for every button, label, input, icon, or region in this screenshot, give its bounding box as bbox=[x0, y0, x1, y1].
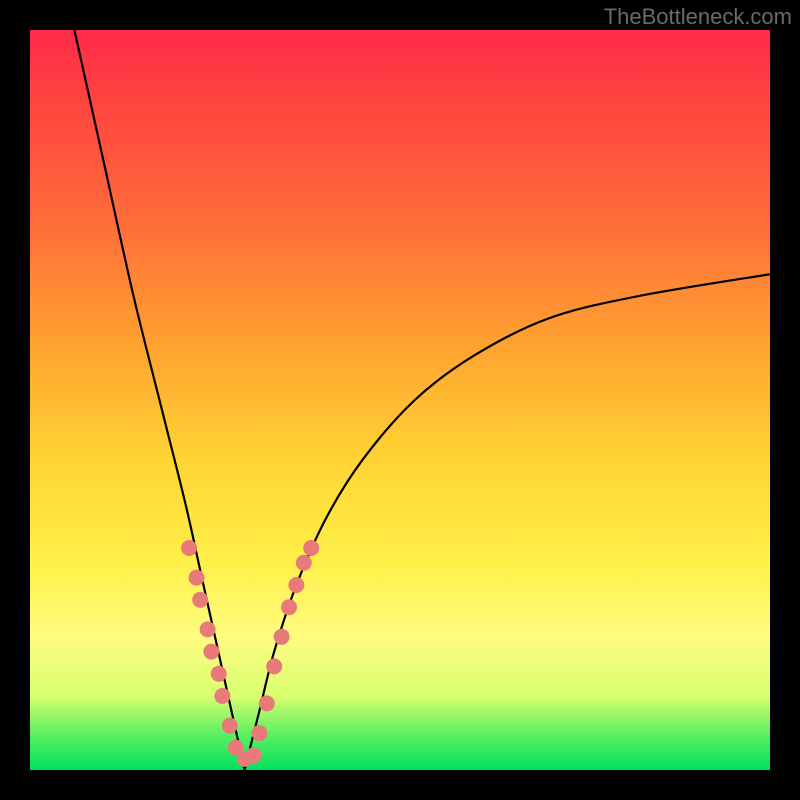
plot-area bbox=[30, 30, 770, 770]
marker-point bbox=[281, 599, 297, 615]
marker-point bbox=[222, 718, 238, 734]
chart-svg bbox=[30, 30, 770, 770]
marker-point bbox=[274, 629, 290, 645]
marker-point bbox=[303, 540, 319, 556]
marker-point bbox=[192, 592, 208, 608]
watermark-text: TheBottleneck.com bbox=[604, 4, 792, 30]
marker-point bbox=[203, 644, 219, 660]
marker-point bbox=[181, 540, 197, 556]
marker-point bbox=[288, 577, 304, 593]
curve-left-branch bbox=[74, 30, 244, 770]
marker-point bbox=[200, 621, 216, 637]
marker-point bbox=[296, 555, 312, 571]
marker-point bbox=[214, 688, 230, 704]
marker-point bbox=[251, 725, 267, 741]
marker-point bbox=[189, 570, 205, 586]
chart-frame: TheBottleneck.com bbox=[0, 0, 800, 800]
marker-point bbox=[266, 658, 282, 674]
highlight-markers bbox=[181, 540, 319, 767]
marker-point bbox=[245, 747, 261, 763]
marker-point bbox=[259, 695, 275, 711]
curve-right-branch bbox=[245, 274, 770, 770]
bottleneck-curve bbox=[74, 30, 770, 770]
marker-point bbox=[211, 666, 227, 682]
